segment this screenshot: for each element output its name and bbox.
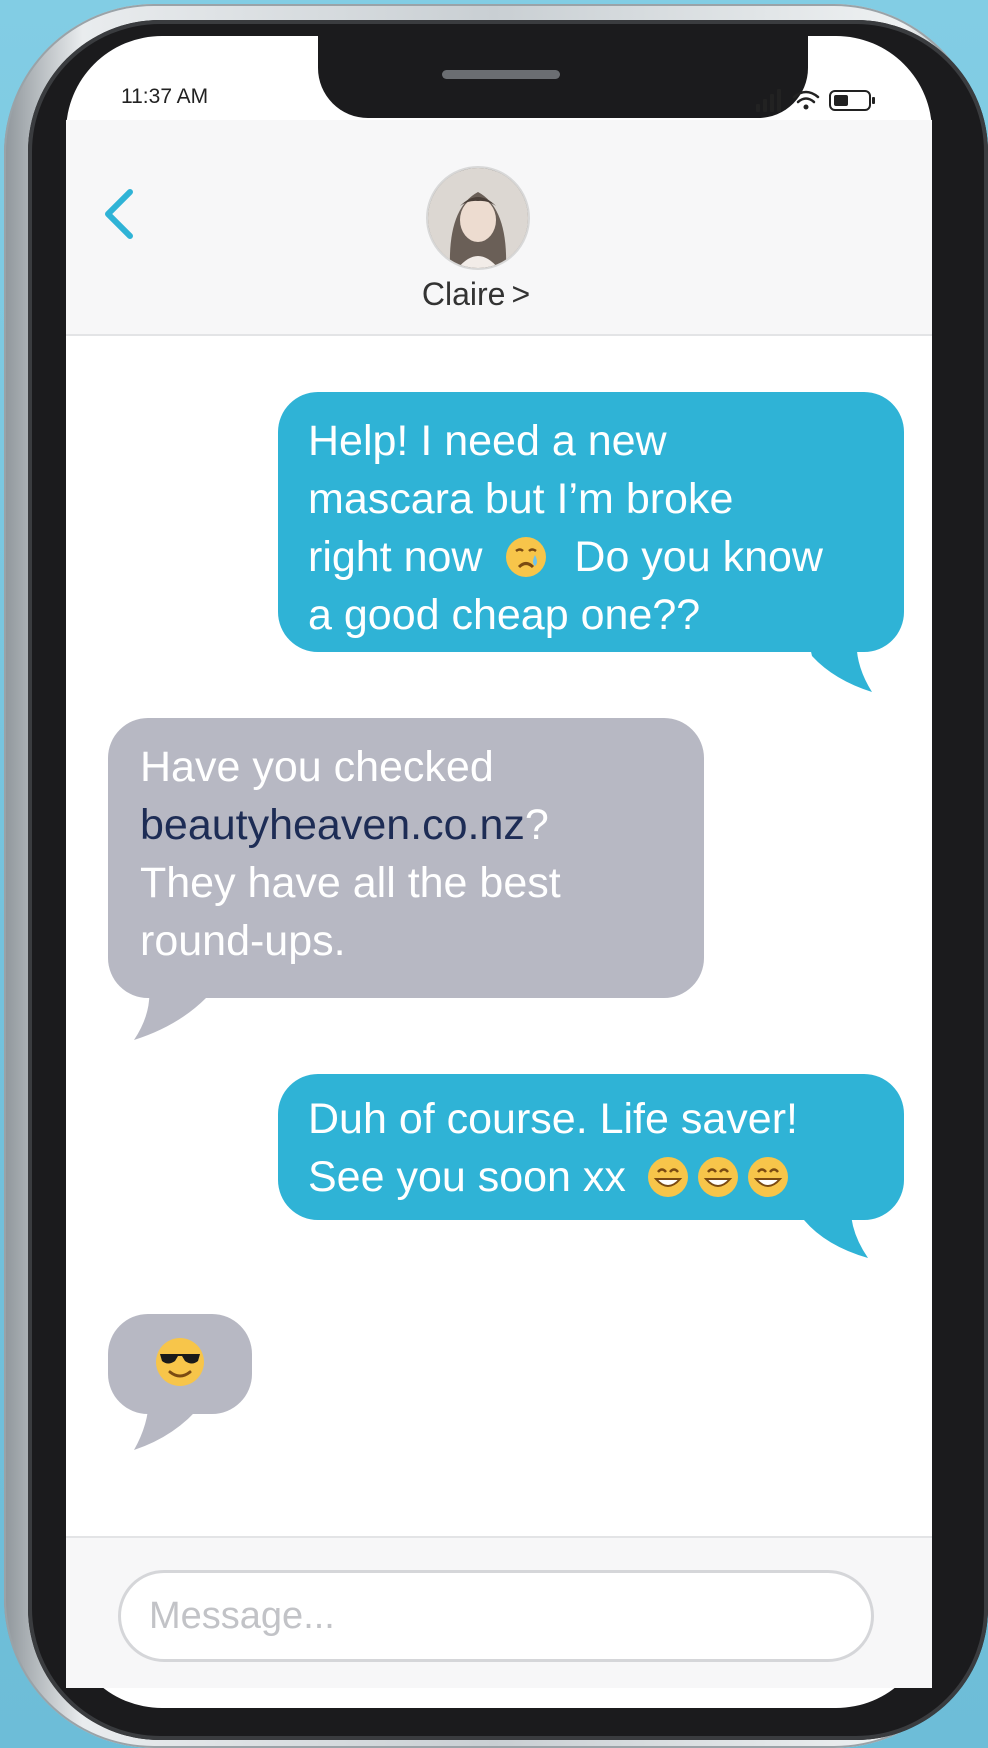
message-line: Help! I need a new <box>308 417 667 465</box>
avatar-photo <box>428 168 528 268</box>
avatar[interactable] <box>426 166 530 270</box>
message-text: ? <box>524 801 549 849</box>
message-line: round-ups. <box>140 917 346 965</box>
chevron-left-icon <box>105 189 133 239</box>
battery-icon <box>829 90 875 111</box>
message-line: See you soon xx <box>308 1148 874 1206</box>
back-button[interactable] <box>98 186 138 242</box>
message-text: Do you know <box>574 533 823 581</box>
grinning-face-emoji-icon <box>697 1157 738 1197</box>
message-line: Have you checked <box>140 743 494 791</box>
message-input[interactable] <box>118 1570 874 1662</box>
website-link[interactable]: beautyheaven.co.nz <box>140 801 525 849</box>
message-text: right now <box>308 533 483 581</box>
notch <box>318 36 808 118</box>
status-icons <box>756 89 875 112</box>
chevron-right-icon: > <box>511 276 531 312</box>
grinning-face-emoji-icon <box>647 1157 688 1197</box>
message-line: mascara but I’m broke <box>308 475 734 523</box>
message-bubble-incoming[interactable] <box>108 1314 252 1414</box>
message-line: a good cheap one?? <box>308 591 701 639</box>
speaker-grille <box>442 70 560 79</box>
grinning-face-emoji-icon <box>747 1157 788 1197</box>
message-text: See you soon xx <box>308 1153 626 1201</box>
contact-name-button[interactable]: Claire > <box>384 276 568 313</box>
crying-face-emoji-icon <box>506 537 547 577</box>
message-line: beautyheaven.co.nz? <box>140 796 674 854</box>
message-line: right now Do you know <box>308 528 874 586</box>
signal-icon <box>756 89 781 112</box>
wifi-icon <box>792 90 820 110</box>
status-time: 11:37 AM <box>121 85 209 108</box>
message-bubble-outgoing[interactable]: Help! I need a new mascara but I’m broke… <box>278 392 904 652</box>
message-bubble-outgoing[interactable]: Duh of course. Life saver! See you soon … <box>278 1074 904 1220</box>
contact-name: Claire <box>421 276 506 312</box>
message-line: They have all the best <box>140 859 561 907</box>
sunglasses-face-emoji-icon <box>156 1338 204 1386</box>
message-bubble-incoming[interactable]: Have you checked beautyheaven.co.nz? The… <box>108 718 704 998</box>
message-line: Duh of course. Life saver! <box>308 1095 798 1143</box>
